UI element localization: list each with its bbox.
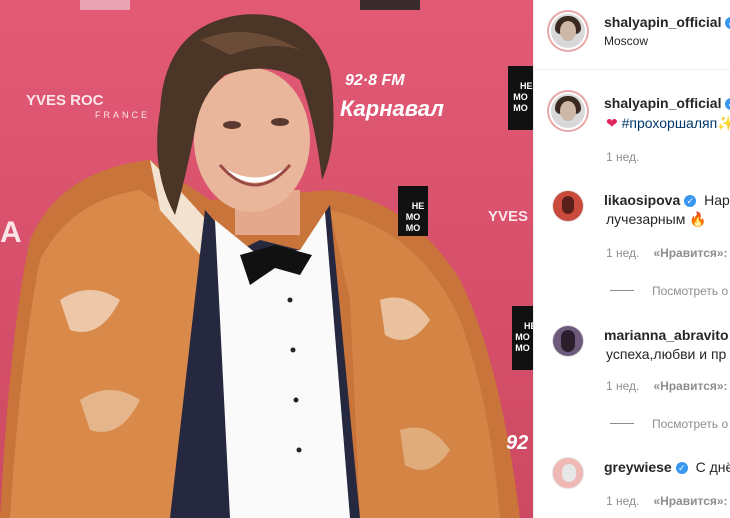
post-header: shalyapin_official ✓ Moscow (534, 0, 730, 70)
comment-text: лучезарным 🔥 (606, 210, 707, 228)
wall-logo-karnaval-name: Карнавал (340, 96, 444, 122)
avatar-figure (561, 330, 575, 352)
wall-text-nedelya-3: НЕ МО МО (515, 321, 533, 353)
author-username[interactable]: shalyapin_official ✓ (604, 14, 730, 30)
caption-age: 1 нед. (606, 150, 639, 164)
wall-logo-karnaval-3: 92 (506, 432, 528, 455)
comment-username-text[interactable]: likaosipova (604, 192, 680, 208)
comment-age: 1 нед. (606, 379, 640, 393)
wall-text-nedelya-1: НЕ МО МО (513, 81, 533, 113)
view-replies-button[interactable]: Посмотреть о (610, 417, 728, 431)
wall-text-karnaval-name: Карнавал (340, 96, 444, 121)
comment-likes-button[interactable]: «Нравится»: 1 (653, 379, 730, 393)
verified-icon: ✓ (675, 462, 688, 474)
wall-text-yves-2: YVES (488, 208, 529, 225)
comment-username-text[interactable]: greywiese (604, 459, 672, 475)
caption-text: ❤ #прохоршаляп✨ (606, 114, 730, 132)
comment-username-text[interactable]: marianna_abravito (604, 327, 729, 343)
comment-meta: 1 нед. «Нравится»: 2 (606, 246, 730, 260)
view-replies-button[interactable]: Посмотреть о (610, 284, 728, 298)
wall-logo-karnaval: 92·8 FM (345, 72, 405, 90)
caption-hashtag[interactable]: #прохоршаляп (622, 115, 718, 131)
avatar-face (560, 21, 576, 41)
comment-avatar-marianna[interactable] (552, 325, 584, 357)
comments-panel: shalyapin_official ✓ Moscow shalyapin_off… (533, 0, 730, 518)
replies-divider (610, 290, 634, 291)
author-username-text[interactable]: shalyapin_official (604, 14, 721, 30)
post-location[interactable]: Moscow (604, 34, 648, 48)
comment-meta: 1 нед. «Нравится»: 1 (606, 379, 730, 393)
wall-text-france: FRANCE (95, 110, 151, 120)
verified-icon: ✓ (725, 17, 730, 29)
post-photo[interactable]: YVES ROC FRANCE YVES A 92·8 FM Карнавал … (0, 0, 533, 518)
comment-age: 1 нед. (606, 494, 640, 508)
avatar-figure (562, 464, 576, 482)
author-avatar[interactable] (549, 12, 587, 50)
comment-text-line1: Нар (704, 192, 730, 208)
wall-logo-nedelya-mody-3: НЕ МО МО (512, 306, 533, 370)
avatar-figure (562, 196, 574, 214)
comment-username[interactable]: likaosipova ✓ Нар (604, 192, 730, 208)
wall-text-karnaval-freq: 92·8 FM (345, 72, 405, 89)
wall-text-yves-rocher: YVES ROC (26, 92, 104, 109)
wall-logo-left-edge: A (0, 216, 22, 250)
view-replies-text[interactable]: Посмотреть о (652, 417, 728, 431)
comment-meta: 1 нед. «Нравится»: 1 (606, 494, 730, 508)
comment-likes-button[interactable]: «Нравится»: 1 (653, 494, 730, 508)
wall-logo-yves-rocher: YVES ROC (26, 92, 104, 109)
comment-avatar-greywiese[interactable] (552, 457, 584, 489)
verified-icon: ✓ (725, 98, 730, 110)
comment-username[interactable]: greywiese ✓ С днё (604, 459, 730, 475)
sparkle-icon: ✨ (717, 115, 730, 131)
wall-text-karnaval-3: 92 (506, 432, 529, 454)
comment-text-line2: успеха,любви и пр (606, 346, 727, 362)
caption-author-username[interactable]: shalyapin_official ✓ (604, 95, 730, 111)
caption-author-avatar[interactable] (549, 92, 587, 130)
comment-age: 1 нед. (606, 246, 640, 260)
comment-likes-button[interactable]: «Нравится»: 2 (653, 246, 730, 260)
photo-scene (0, 0, 520, 518)
comment-username[interactable]: marianna_abravito (604, 327, 729, 343)
replies-divider (610, 423, 634, 424)
wall-text-left: A (0, 216, 22, 249)
wall-logo-yves-rocher-2: YVES (488, 208, 528, 225)
view-replies-text[interactable]: Посмотреть о (652, 284, 728, 298)
comment-text-line2: лучезарным 🔥 (606, 211, 707, 227)
caption-age-text: 1 нед. (606, 150, 640, 164)
comment-text-line1: С днё (695, 459, 730, 475)
wall-text-nedelya-2: НЕ МО МО (405, 201, 425, 233)
avatar-face (560, 101, 576, 121)
wall-logo-nedelya-mody-2: НЕ МО МО (398, 186, 428, 236)
caption-author-text[interactable]: shalyapin_official (604, 95, 721, 111)
comment-avatar-likaosipova[interactable] (552, 190, 584, 222)
wall-logo-nedelya-mody-1: НЕ МО МО (508, 66, 533, 130)
comment-text: успеха,любви и пр (606, 345, 726, 363)
post-location-text[interactable]: Moscow (604, 34, 648, 48)
verified-icon: ✓ (684, 195, 697, 207)
wall-logo-yves-rocher-sub: FRANCE (95, 110, 150, 120)
heart-icon: ❤ (606, 115, 618, 131)
